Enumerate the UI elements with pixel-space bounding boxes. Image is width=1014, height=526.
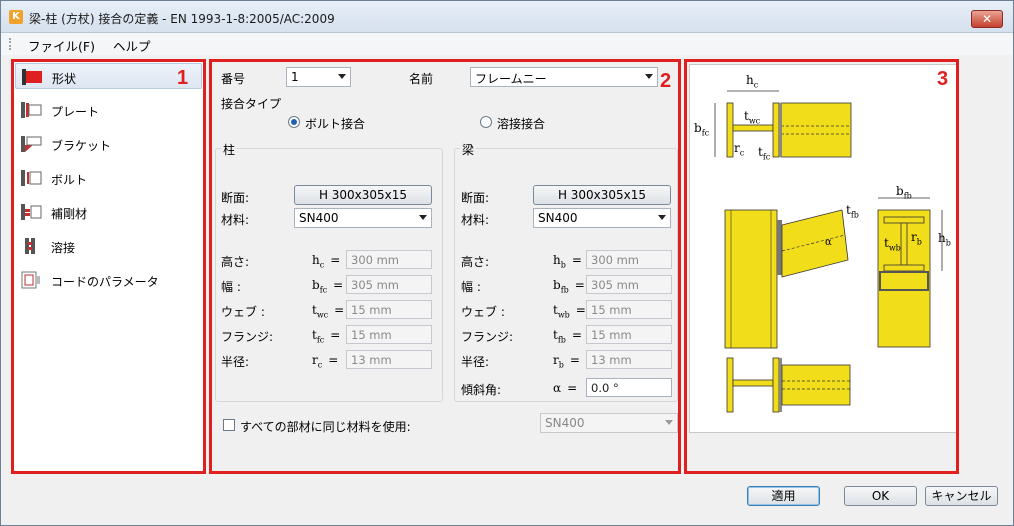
column-row-label: 幅 : <box>221 280 241 294</box>
beam-row-symbol: α = <box>553 381 578 395</box>
column-row-symbol: twc = <box>312 303 345 320</box>
chevron-down-icon <box>338 74 346 79</box>
column-row-symbol: rc = <box>312 353 339 370</box>
panel-number-1: 1 <box>177 67 189 89</box>
beam-row-label: 幅 : <box>461 280 481 294</box>
same-material-select[interactable]: SN400 <box>540 413 678 433</box>
beam-row-value-field[interactable]: 0.0 ° <box>586 378 672 397</box>
column-row-value-field[interactable]: 13 mm <box>346 350 432 369</box>
column-row-symbol: bfc = <box>312 278 344 295</box>
panel-3-highlight <box>684 59 959 474</box>
column-row-symbol: tfc = <box>312 328 341 345</box>
window-title: 梁-柱 (方杖) 接合の定義 - EN 1993-1-8:2005/AC:200… <box>29 12 335 26</box>
beam-row-label: 傾斜角: <box>461 383 502 397</box>
bolted-label: ボルト接合 <box>305 117 366 131</box>
number-label: 番号 <box>221 72 246 86</box>
title-bar: K 梁-柱 (方杖) 接合の定義 - EN 1993-1-8:2005/AC:2… <box>1 1 1013 33</box>
connection-type-label: 接合タイプ <box>221 97 282 111</box>
menu-grip <box>9 38 12 50</box>
beam-row-value-field[interactable]: 15 mm <box>586 300 672 319</box>
beam-title: 梁 <box>460 141 477 158</box>
number-value: 1 <box>291 70 299 84</box>
menu-file[interactable]: ファイル(F) <box>28 36 95 55</box>
same-material-label: すべての部材に同じ材料を使用: <box>240 420 411 434</box>
app-icon: K <box>9 10 23 24</box>
beam-section-button[interactable]: H 300x305x15 <box>533 185 671 205</box>
column-section-button[interactable]: H 300x305x15 <box>294 185 432 205</box>
beam-material-select[interactable]: SN400 <box>533 208 671 228</box>
panel-number-2: 2 <box>660 70 672 92</box>
beam-row-symbol: rb = <box>553 353 580 370</box>
chevron-down-icon <box>658 215 666 220</box>
panel-1-highlight <box>11 59 206 474</box>
column-material-value: SN400 <box>299 211 339 225</box>
beam-row-value-field[interactable]: 300 mm <box>586 250 672 269</box>
column-material-label: 材料: <box>221 213 250 227</box>
column-row-symbol: hc = <box>312 253 341 270</box>
column-row-label: ウェブ : <box>221 305 265 319</box>
beam-row-label: 高さ: <box>461 255 490 269</box>
close-button[interactable]: ✕ <box>971 10 1003 28</box>
column-title: 柱 <box>221 141 238 158</box>
chevron-down-icon <box>645 74 653 79</box>
beam-row-value-field[interactable]: 15 mm <box>586 325 672 344</box>
column-row-value-field[interactable]: 15 mm <box>346 325 432 344</box>
column-row-value-field[interactable]: 300 mm <box>346 250 432 269</box>
name-label: 名前 <box>409 72 434 86</box>
beam-section-label: 断面: <box>461 191 490 205</box>
beam-row-symbol: twb = <box>553 303 586 320</box>
panel-number-3: 3 <box>937 68 949 90</box>
number-select[interactable]: 1 <box>286 67 351 87</box>
column-material-select[interactable]: SN400 <box>294 208 432 228</box>
beam-row-label: 半径: <box>461 355 490 369</box>
name-value: フレームニー <box>475 72 547 86</box>
welded-label: 溶接接合 <box>497 117 546 131</box>
beam-row-symbol: tfb = <box>553 328 582 345</box>
beam-row-symbol: bfb = <box>553 278 585 295</box>
ok-button[interactable]: OK <box>844 486 917 506</box>
same-material-checkbox[interactable] <box>223 419 235 431</box>
beam-row-symbol: hb = <box>553 253 582 270</box>
same-material-value: SN400 <box>545 416 585 430</box>
column-section-label: 断面: <box>221 191 250 205</box>
column-row-value-field[interactable]: 305 mm <box>346 275 432 294</box>
menu-bar: ファイル(F) ヘルプ <box>1 33 1013 55</box>
beam-row-label: フランジ: <box>461 330 514 344</box>
bolted-radio[interactable] <box>288 116 300 128</box>
cancel-button[interactable]: キャンセル <box>925 486 998 506</box>
welded-radio[interactable] <box>480 116 492 128</box>
column-row-label: 高さ: <box>221 255 250 269</box>
column-row-label: フランジ: <box>221 330 274 344</box>
menu-help[interactable]: ヘルプ <box>113 36 151 55</box>
beam-row-value-field[interactable]: 305 mm <box>586 275 672 294</box>
beam-row-value-field[interactable]: 13 mm <box>586 350 672 369</box>
beam-material-value: SN400 <box>538 211 578 225</box>
chevron-down-icon <box>419 215 427 220</box>
chevron-down-icon <box>665 420 673 425</box>
beam-material-label: 材料: <box>461 213 490 227</box>
apply-button[interactable]: 適用 <box>747 486 820 506</box>
name-select[interactable]: フレームニー <box>470 67 658 87</box>
column-row-label: 半径: <box>221 355 250 369</box>
column-row-value-field[interactable]: 15 mm <box>346 300 432 319</box>
beam-row-label: ウェブ : <box>461 305 505 319</box>
